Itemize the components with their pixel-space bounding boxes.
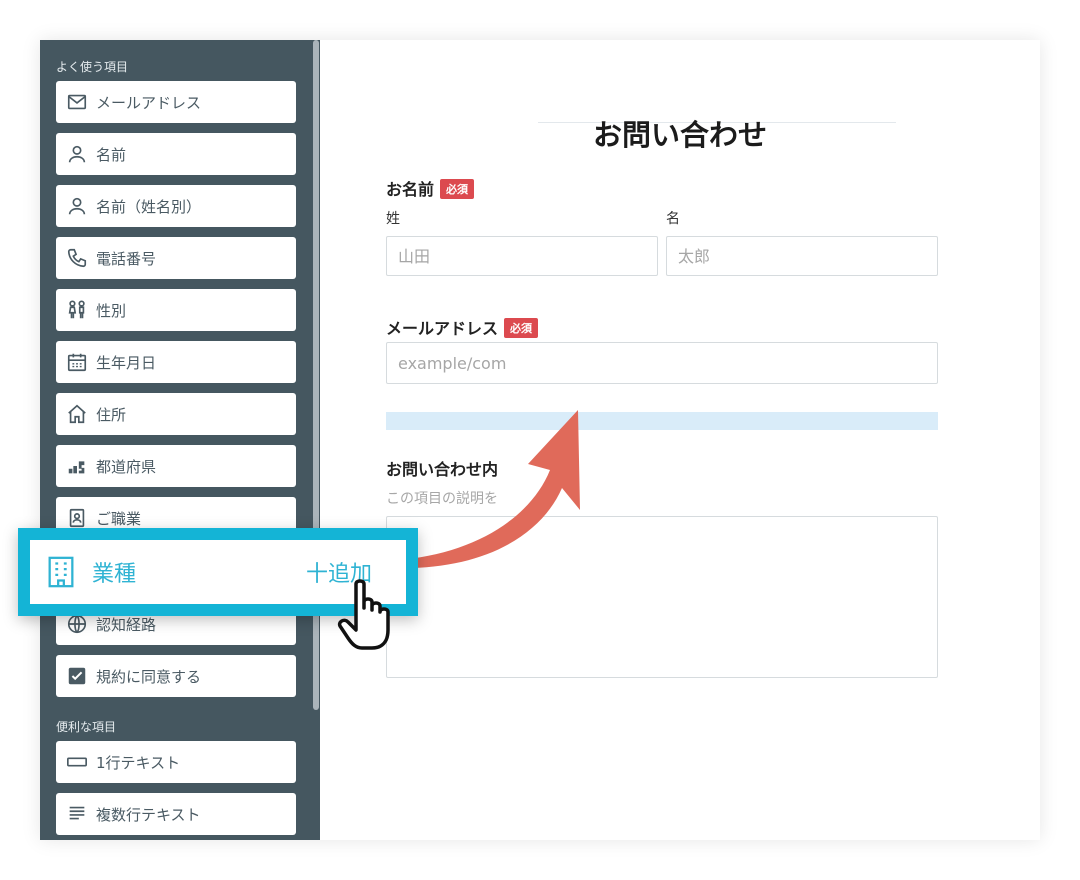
person-icon bbox=[66, 195, 88, 217]
calendar-icon bbox=[66, 351, 88, 373]
sidebar-item-label: 都道府県 bbox=[96, 457, 157, 476]
sidebar-item-prefecture[interactable]: 都道府県 bbox=[56, 445, 296, 487]
sidebar-item-label: 1行テキスト bbox=[96, 753, 181, 772]
sidebar-item-single-line-text[interactable]: 1行テキスト bbox=[56, 741, 296, 783]
sidebar-item-label: 名前 bbox=[96, 145, 127, 164]
required-badge: 必須 bbox=[504, 318, 539, 338]
sidebar-item-name-split[interactable]: 名前（姓名別） bbox=[56, 185, 296, 227]
sidebar-item-label: 規約に同意する bbox=[96, 667, 202, 686]
first-name-sublabel: 名 bbox=[666, 211, 680, 227]
building-icon bbox=[48, 556, 74, 588]
sidebar-item-multi-line-text[interactable]: 複数行テキスト bbox=[56, 793, 296, 835]
field-palette-sidebar: よく使う項目 メールアドレス 名前 名前（姓名別） 電話番号 性別 生年月日 住… bbox=[40, 40, 320, 840]
email-label-text: メールアドレス bbox=[386, 319, 499, 338]
drag-arrow-icon bbox=[396, 410, 580, 569]
sidebar-item-gender[interactable]: 性別 bbox=[56, 289, 296, 331]
sidebar-item-label: メールアドレス bbox=[96, 93, 202, 112]
sidebar-item-email[interactable]: メールアドレス bbox=[56, 81, 296, 123]
single-line-icon bbox=[66, 751, 88, 773]
last-name-input[interactable] bbox=[386, 236, 658, 276]
checkbox-icon bbox=[66, 665, 88, 687]
name-field-label: お名前 必須 bbox=[386, 176, 475, 200]
mail-icon bbox=[66, 91, 88, 113]
sidebar-item-name[interactable]: 名前 bbox=[56, 133, 296, 175]
name-label-text: お名前 bbox=[386, 180, 435, 199]
phone-icon bbox=[66, 247, 88, 269]
first-name-input[interactable] bbox=[666, 236, 938, 276]
sidebar-item-label: 名前（姓名別） bbox=[96, 197, 202, 216]
sidebar-item-label: 生年月日 bbox=[96, 353, 157, 372]
globe-icon bbox=[66, 613, 88, 635]
sidebar-item-label: 電話番号 bbox=[96, 249, 157, 268]
sidebar-item-label: 住所 bbox=[96, 405, 127, 424]
required-badge: 必須 bbox=[440, 179, 475, 199]
sidebar-item-label: 性別 bbox=[96, 301, 127, 320]
hand-cursor-icon bbox=[337, 579, 390, 650]
sidebar-item-address[interactable]: 住所 bbox=[56, 393, 296, 435]
section-label-useful: 便利な項目 bbox=[56, 720, 117, 734]
map-icon bbox=[66, 455, 88, 477]
last-name-sublabel: 姓 bbox=[386, 211, 400, 227]
email-field-label: メールアドレス 必須 bbox=[386, 315, 539, 339]
section-label-frequent: よく使う項目 bbox=[56, 60, 129, 74]
email-input[interactable] bbox=[386, 342, 938, 384]
sidebar-item-terms[interactable]: 規約に同意する bbox=[56, 655, 296, 697]
dragged-item-label: 業種 bbox=[92, 562, 137, 587]
page-title: お問い合わせ bbox=[592, 118, 767, 152]
sidebar-item-label: 複数行テキスト bbox=[96, 805, 201, 824]
id-badge-icon bbox=[66, 507, 88, 529]
person-icon bbox=[66, 143, 88, 165]
sidebar-item-label: ご職業 bbox=[96, 509, 142, 528]
sidebar-item-label: 認知経路 bbox=[96, 615, 157, 634]
multi-line-icon bbox=[66, 803, 88, 825]
sidebar-item-phone[interactable]: 電話番号 bbox=[56, 237, 296, 279]
sidebar-item-birthday[interactable]: 生年月日 bbox=[56, 341, 296, 383]
gender-icon bbox=[66, 299, 88, 321]
home-icon bbox=[66, 403, 88, 425]
